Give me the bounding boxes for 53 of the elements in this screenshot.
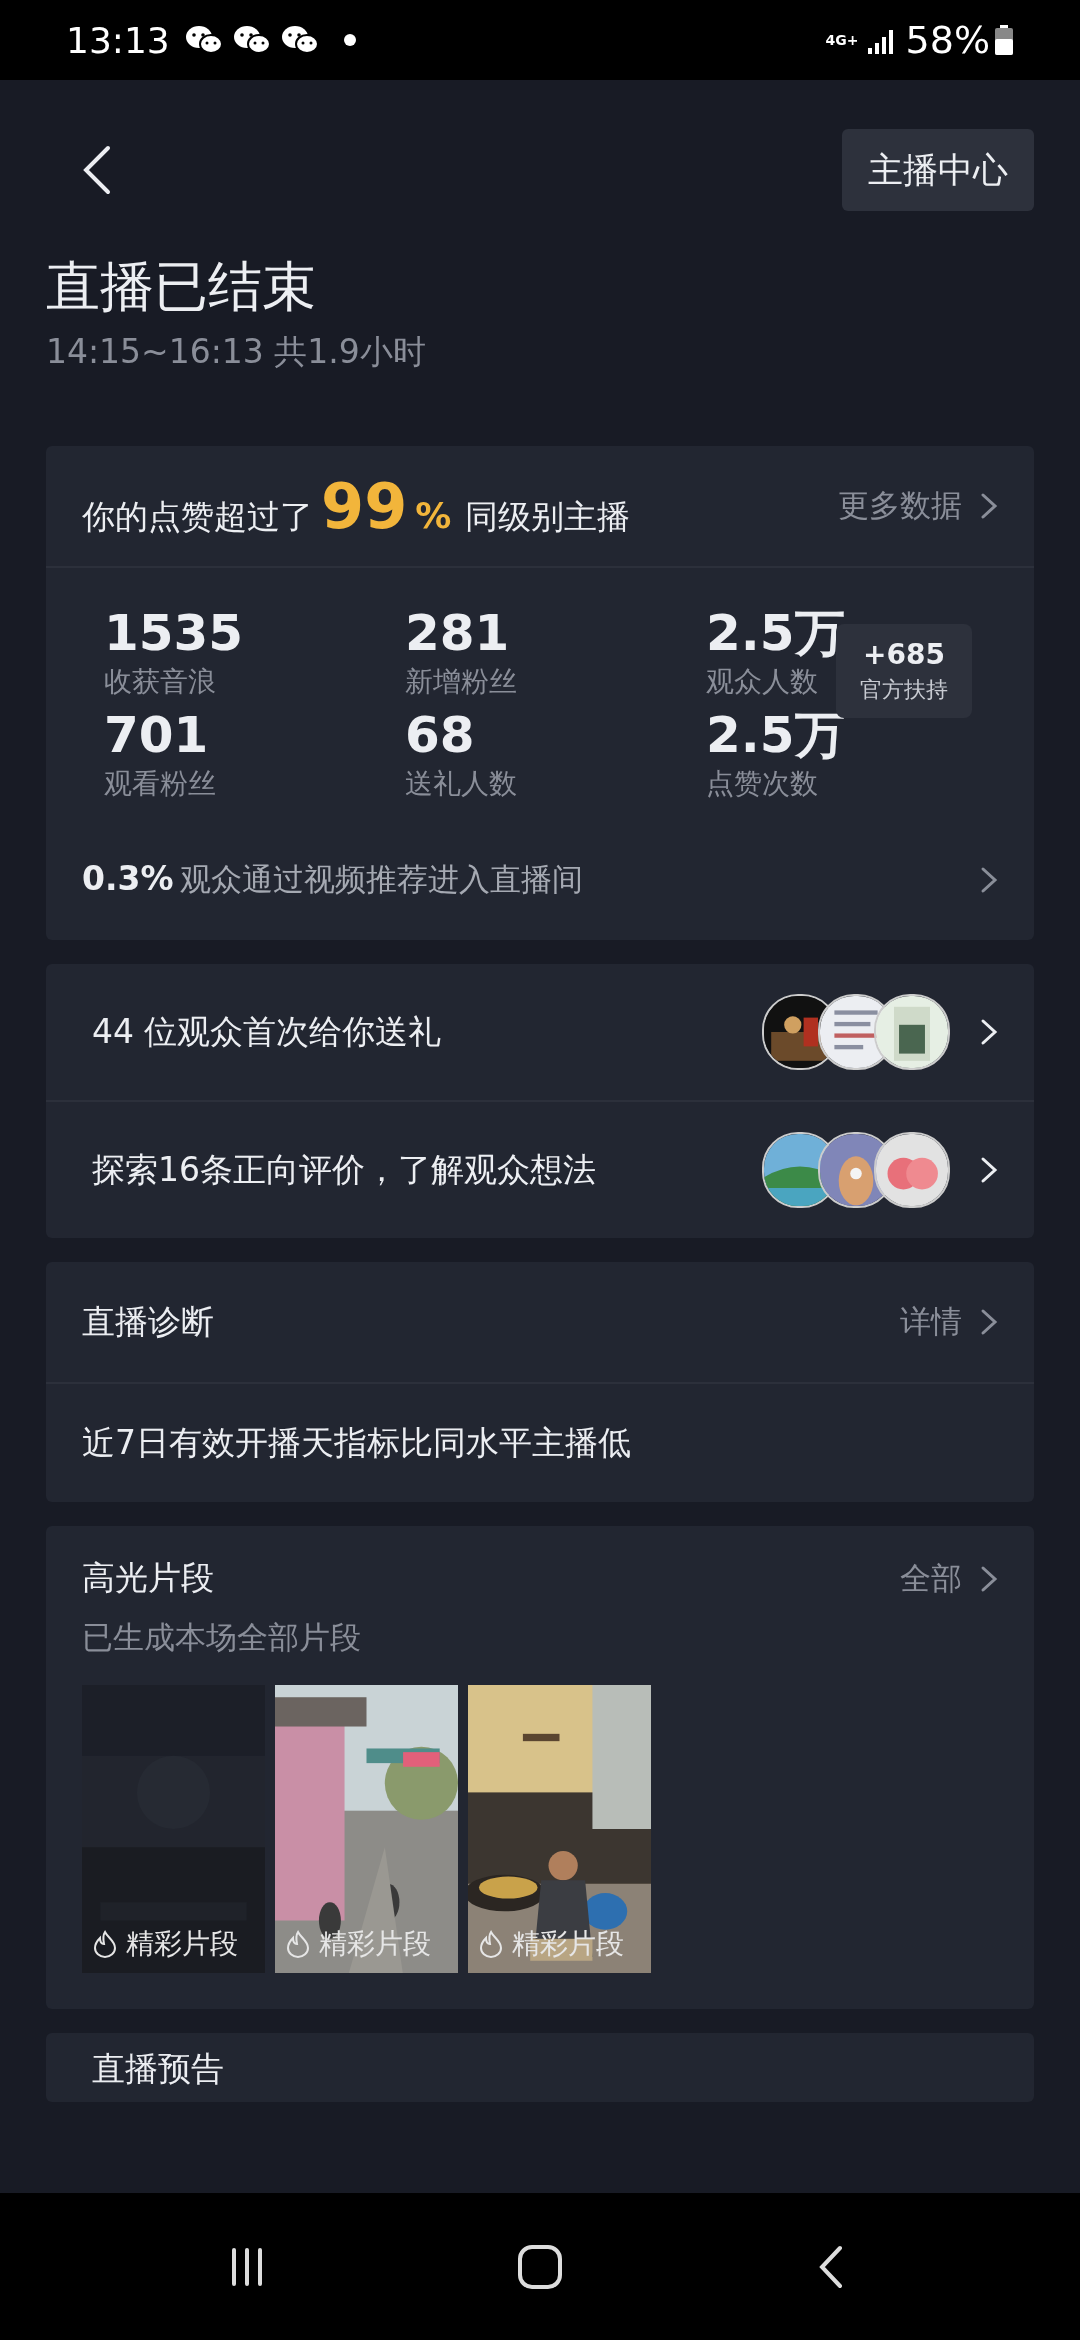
ranking-percent: 99 xyxy=(321,469,408,543)
ranking-text: 你的点赞超过了 xyxy=(82,495,313,538)
percent-sign: % xyxy=(415,494,452,536)
section-title: 直播诊断 xyxy=(82,1300,214,1343)
stat-value: 2.5万 xyxy=(706,706,845,764)
flame-icon xyxy=(92,1930,118,1958)
chevron-right-icon xyxy=(980,866,998,894)
audience-row[interactable]: 探索16条正向评价，了解观众想法 xyxy=(46,1102,1034,1238)
time-range: 14:15~16:13 共1.9小时 xyxy=(46,331,427,373)
badge-value: +685 xyxy=(863,637,945,671)
chevron-right-icon xyxy=(980,492,998,520)
recommend-percent: 0.3% xyxy=(82,859,174,898)
audience-text: 探索16条正向评价，了解观众想法 xyxy=(92,1148,597,1191)
status-time: 13:13 xyxy=(66,19,170,61)
chevron-right-icon xyxy=(980,1308,998,1336)
clip-label: 精彩片段 xyxy=(126,1926,238,1962)
battery-icon xyxy=(994,25,1014,55)
battery-level: 58% xyxy=(905,18,990,62)
stat-label: 新增粉丝 xyxy=(405,664,517,700)
audience-text: 44 位观众首次给你送礼 xyxy=(92,1010,443,1053)
section-subtitle: 已生成本场全部片段 xyxy=(81,1618,362,1657)
stat-label: 观看粉丝 xyxy=(104,766,216,802)
badge-label: 官方扶持 xyxy=(860,675,948,704)
chevron-right-icon xyxy=(980,1017,998,1047)
anchor-center-button[interactable]: 主播中心 xyxy=(842,129,1034,211)
more-data-link[interactable]: 更多数据 xyxy=(838,485,998,527)
clip-label: 精彩片段 xyxy=(319,1926,431,1962)
stat-label: 收获音浪 xyxy=(104,664,216,700)
network-type: 4G+ xyxy=(825,33,860,47)
flame-icon xyxy=(285,1930,311,1958)
chevron-right-icon xyxy=(980,1155,998,1185)
recommend-row[interactable]: 0.3% 观众通过视频推荐进入直播间 xyxy=(46,820,1034,940)
section-title: 高光片段 xyxy=(82,1557,214,1599)
all-link[interactable]: 全部 xyxy=(900,1557,998,1600)
notification-dot-icon xyxy=(343,34,356,46)
recommend-text: 观众通过视频推荐进入直播间 xyxy=(179,860,583,899)
page-title: 直播已结束 xyxy=(46,254,317,320)
stat-value: 68 xyxy=(405,706,475,764)
flame-icon xyxy=(478,1930,504,1958)
chevron-right-icon xyxy=(980,1564,998,1593)
stat-value: 701 xyxy=(104,706,209,764)
diagnosis-message: 近7日有效开播天指标比同水平主播低 xyxy=(81,1421,632,1464)
details-link[interactable]: 详情 xyxy=(900,1301,998,1343)
audience-row[interactable]: 44 位观众首次给你送礼 xyxy=(46,964,1034,1102)
stat-label: 点赞次数 xyxy=(706,766,818,802)
highlight-clip[interactable]: 精彩片段 xyxy=(82,1685,265,1973)
stat-value: 1535 xyxy=(104,604,244,662)
stat-value: 2.5万 xyxy=(706,604,845,662)
stat-value: 281 xyxy=(405,604,510,662)
stat-label: 送礼人数 xyxy=(405,766,517,802)
section-title: 直播预告 xyxy=(91,2048,225,2090)
stat-label: 观众人数 xyxy=(706,664,818,700)
ranking-text: 同级别主播 xyxy=(465,495,631,538)
